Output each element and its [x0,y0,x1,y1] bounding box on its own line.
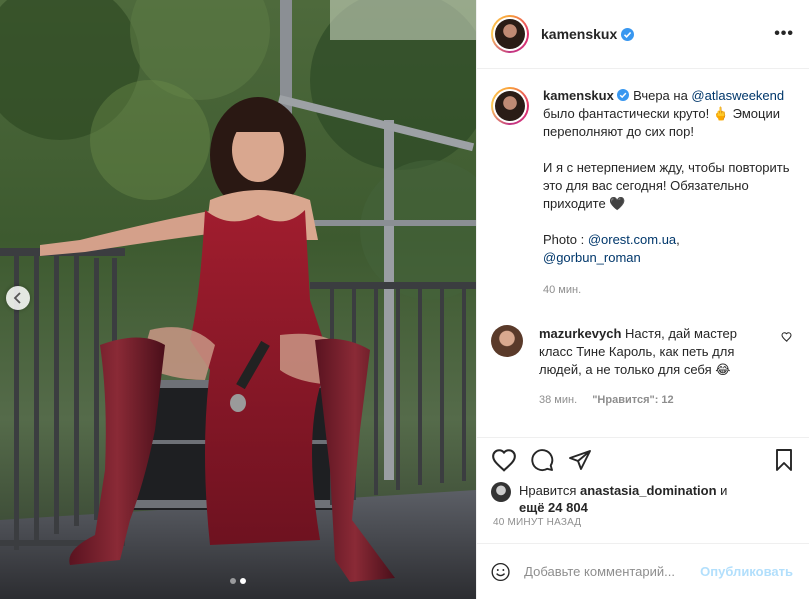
carousel-indicator [0,578,476,584]
comment-likes-count[interactable]: "Нравится": 12 [592,394,673,406]
action-icons [491,448,795,472]
caption-emoji: 🖕 [712,106,730,121]
post-actions: Нравится anastasia_domination и ещё 24 8… [477,437,809,515]
comment-text: mazurkevych Настя, дай мастер класс Тине… [539,325,773,409]
caption-avatar[interactable] [491,87,529,125]
liker-username[interactable]: anastasia_domination [580,483,717,498]
comment-item: mazurkevych Настя, дай мастер класс Тине… [491,325,793,409]
avatar-icon [495,19,525,49]
caption-time[interactable]: 40 мин. [543,281,793,299]
verified-badge-icon [621,27,635,41]
caption: kamenskux Вчера на @atlasweekend было фа… [491,87,793,299]
comment-icon[interactable] [529,448,555,472]
avatar-border [493,89,527,123]
comments-list: kamenskux Вчера на @atlasweekend было фа… [477,69,809,437]
username-text[interactable]: kamenskux [541,26,617,42]
post-sidebar: kamenskux ••• kamenskux Вчера на @atlasw… [476,0,809,599]
comment-meta: 38 мин. "Нравится": 12 [539,391,773,409]
smiley-icon[interactable] [491,560,510,584]
caption-username[interactable]: kamenskux [543,88,614,103]
mention-link[interactable]: @atlasweekend [691,88,784,103]
caption-text-part: было фантастически круто! [543,106,713,121]
paper-plane-icon[interactable] [567,448,593,472]
likes-prefix: Нравится [519,483,580,498]
mention-link[interactable]: @orest.com.ua [588,232,676,247]
comment-like-heart-icon[interactable] [781,331,793,343]
comment-time[interactable]: 38 мин. [539,394,577,406]
more-options-button[interactable]: ••• [774,25,794,43]
comment-emoji: 😂 [715,362,731,377]
post-timestamp[interactable]: 40 МИНУТ НАЗАД [477,511,809,543]
carousel-prev-button[interactable] [6,286,30,310]
post-photo[interactable] [0,0,476,599]
add-comment-bar: Опубликовать [477,543,809,599]
concert-photo [0,0,476,599]
liker-avatar[interactable] [491,482,511,502]
caption-text: kamenskux Вчера на @atlasweekend было фа… [543,87,793,299]
header-avatar[interactable] [491,15,529,53]
caption-text-part: И я с нетерпением жду, чтобы повторить э… [543,160,790,211]
carousel-dot [230,578,236,584]
likes-and: и [716,483,728,498]
caption-emoji: 🖤 [609,196,626,211]
mention-link[interactable]: @gorbun_roman [543,250,641,265]
publish-button[interactable]: Опубликовать [700,564,793,579]
comment-username[interactable]: mazurkevych [539,326,621,341]
chevron-left-icon [13,292,21,304]
caption-text-part: , [676,232,680,247]
post-header: kamenskux ••• [477,0,809,69]
comment-input[interactable] [524,564,701,579]
bookmark-icon[interactable] [773,448,795,472]
verified-badge-icon [617,89,630,101]
caption-text-part: Вчера на [633,88,692,103]
carousel-dot-active [240,578,246,584]
caption-text-part: Photo : [543,232,588,247]
post-dialog: kamenskux ••• kamenskux Вчера на @atlasw… [0,0,809,599]
avatar-icon [495,91,525,121]
avatar-border [493,17,527,51]
heart-icon[interactable] [491,448,517,472]
header-username[interactable]: kamenskux [541,26,635,42]
comment-avatar[interactable] [491,325,523,357]
